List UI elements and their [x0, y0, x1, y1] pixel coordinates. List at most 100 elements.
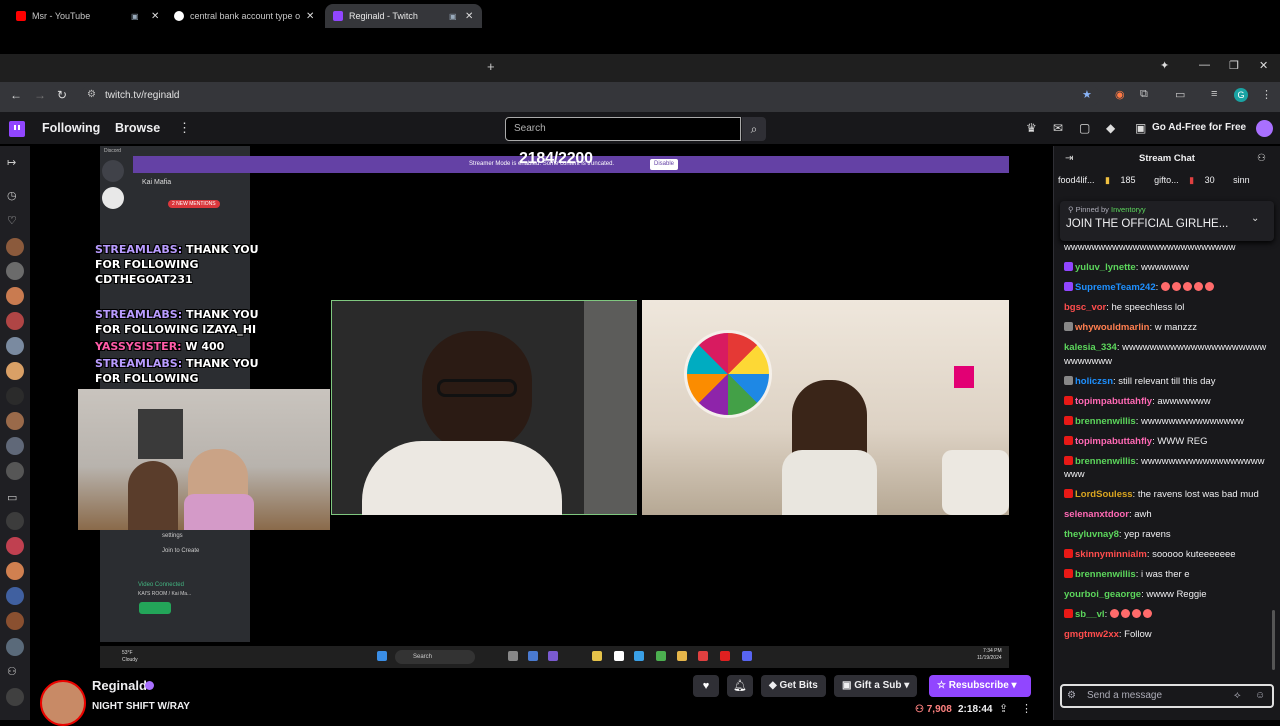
cast-icon[interactable]: ▭ — [1175, 88, 1185, 101]
chat-badge-icon[interactable] — [1064, 375, 1073, 385]
sidebar-channel-avatar[interactable] — [6, 337, 24, 355]
user-avatar[interactable] — [1256, 120, 1273, 137]
chat-username[interactable]: yuluv_lynette — [1075, 262, 1136, 273]
twitch-logo-icon[interactable] — [9, 121, 25, 137]
chat-username[interactable]: selenanxtdoor — [1064, 509, 1129, 520]
new-tab-plus-icon[interactable]: + — [487, 59, 495, 74]
collapse-chat-icon[interactable]: ⇥ — [1065, 153, 1073, 164]
chat-username[interactable]: brennenwillis — [1075, 569, 1136, 580]
chat-username[interactable]: brennenwillis — [1075, 456, 1136, 467]
chat-username[interactable]: whywouldmarlin — [1075, 322, 1149, 333]
chat-username[interactable]: gmgtmw2xx — [1064, 629, 1119, 640]
chat-badge-icon[interactable] — [1064, 322, 1073, 331]
close-tab-icon[interactable]: ✕ — [151, 11, 159, 22]
extensions-puzzle-icon[interactable]: ⧉ — [1140, 88, 1148, 101]
emote-picker-icon[interactable]: ☺ — [1255, 690, 1265, 701]
media-playing-icon[interactable]: ▣ — [449, 12, 457, 21]
chevron-down-icon[interactable]: ⌄ — [1251, 213, 1259, 224]
window-close-icon[interactable]: ✕ — [1259, 59, 1268, 72]
nav-following[interactable]: Following — [42, 121, 100, 135]
gift-leaderboard[interactable]: food4lif... ▮ 185 gifto... ▮ 30 sinn — [1058, 175, 1280, 191]
people-icon[interactable]: ⚇ — [7, 665, 17, 678]
channel-name[interactable]: Reginald — [92, 678, 147, 693]
chat-username[interactable]: theyluvnay8 — [1064, 529, 1119, 540]
sidebar-channel-avatar[interactable] — [6, 262, 24, 280]
chat-badge-icon[interactable] — [1064, 455, 1073, 465]
media-control-icon[interactable]: ≡ — [1211, 88, 1217, 100]
notifications-bell-button[interactable]: 🔔︎ — [727, 675, 753, 697]
sidebar-channel-avatar[interactable] — [6, 312, 24, 330]
ad-free-icon[interactable]: ▣ — [1135, 121, 1146, 135]
crown-icon[interactable]: ♛ — [1026, 121, 1037, 135]
search-input[interactable]: Search — [505, 117, 741, 141]
sidebar-channel-avatar[interactable] — [6, 287, 24, 305]
bits-icon[interactable]: ⟡ — [1234, 690, 1241, 701]
url-field[interactable]: twitch.tv/reginald — [80, 86, 1100, 106]
forward-icon[interactable]: → — [34, 88, 46, 102]
chat-username[interactable]: sb__vl — [1075, 609, 1105, 620]
sidebar-channel-avatar[interactable] — [6, 688, 24, 706]
profile-avatar[interactable]: G — [1234, 88, 1248, 102]
sidebar-channel-avatar[interactable] — [6, 462, 24, 480]
sidebar-channel-avatar[interactable] — [6, 238, 24, 256]
close-tab-icon[interactable]: ✕ — [465, 11, 473, 22]
chat-badge-icon[interactable] — [1064, 395, 1073, 405]
chat-badge-icon[interactable] — [1064, 569, 1073, 578]
channel-avatar[interactable] — [40, 680, 86, 726]
sidebar-channel-avatar[interactable] — [6, 612, 24, 630]
sidebar-channel-avatar[interactable] — [6, 638, 24, 656]
chat-username[interactable]: bgsc_vor — [1064, 302, 1106, 313]
share-icon[interactable]: ⇪ — [999, 702, 1008, 715]
chat-badge-icon[interactable] — [1064, 262, 1073, 271]
chat-username[interactable]: kalesia_334 — [1064, 342, 1117, 353]
get-bits-button[interactable]: ◆ Get Bits — [761, 675, 826, 697]
sidebar-channel-avatar[interactable] — [6, 512, 24, 530]
extension-icon[interactable]: ◉ — [1115, 88, 1125, 101]
search-icon[interactable]: ⌕ — [742, 117, 766, 141]
sidebar-channel-avatar[interactable] — [6, 562, 24, 580]
go-ad-free-link[interactable]: Go Ad-Free for Free — [1152, 122, 1246, 133]
chat-username[interactable]: LordSouless — [1075, 489, 1133, 500]
bits-icon[interactable]: ◆ — [1106, 121, 1115, 135]
site-info-icon[interactable]: ⚙ — [87, 89, 96, 100]
sidebar-channel-avatar[interactable] — [6, 587, 24, 605]
chat-badge-icon[interactable] — [1064, 549, 1073, 558]
community-icon[interactable]: ⚇ — [1257, 153, 1266, 164]
sidebar-channel-avatar[interactable] — [6, 387, 24, 405]
sidebar-channel-avatar[interactable] — [6, 362, 24, 380]
chat-username[interactable]: holiczsn — [1075, 376, 1113, 387]
whispers-icon[interactable]: ▢ — [1079, 121, 1090, 135]
browser-menu-icon[interactable]: ⋮ — [1261, 88, 1272, 101]
expand-sidebar-icon[interactable]: ↦ — [7, 156, 16, 169]
minimize-icon[interactable]: — — [1199, 59, 1210, 71]
back-icon[interactable]: ← — [10, 88, 22, 102]
browser-tab-twitch[interactable]: Reginald - Twitch ▣ ✕ — [325, 4, 482, 28]
chat-badge-icon[interactable] — [1064, 609, 1073, 618]
sidebar-channel-avatar[interactable] — [6, 437, 24, 455]
browser-tab-google[interactable]: central bank account type of us ✕ — [166, 4, 321, 28]
inbox-icon[interactable]: ✉ — [1053, 121, 1063, 135]
chat-username[interactable]: brennenwillis — [1075, 416, 1136, 427]
chat-badge-icon[interactable] — [1064, 415, 1073, 425]
chat-username[interactable]: SupremeTeam242 — [1075, 282, 1156, 293]
resubscribe-button[interactable]: ☆ Resubscribe ▾ — [929, 675, 1031, 697]
chat-username[interactable]: yourboi_geaorge — [1064, 589, 1141, 600]
more-options-icon[interactable]: ⋮ — [178, 120, 191, 136]
sidebar-channel-avatar[interactable] — [6, 412, 24, 430]
chat-username[interactable]: topimpabuttahfly — [1075, 396, 1152, 407]
media-playing-icon[interactable]: ▣ — [131, 12, 139, 21]
chat-badge-icon[interactable] — [1064, 489, 1073, 498]
bookmark-star-icon[interactable]: ★ — [1082, 88, 1092, 101]
more-options-icon[interactable]: ⋮ — [1021, 702, 1032, 715]
gift-sub-button[interactable]: ▣ Gift a Sub ▾ — [834, 675, 918, 697]
chat-username[interactable]: topimpabuttahfly — [1075, 436, 1152, 447]
sparkle-icon[interactable]: ✦ — [1160, 59, 1169, 72]
chat-badge-icon[interactable] — [1064, 435, 1073, 445]
browser-tab-youtube[interactable]: Msr - YouTube ▣ ✕ — [8, 4, 163, 28]
chat-badge-icon[interactable] — [1064, 282, 1073, 291]
chat-username[interactable]: skinnyminnialm — [1075, 549, 1147, 560]
chat-scrollbar[interactable] — [1272, 610, 1275, 670]
chat-input[interactable]: Send a message — [1060, 684, 1274, 708]
reload-icon[interactable]: ↻ — [57, 88, 67, 102]
follow-heart-button[interactable]: ♥ — [693, 675, 719, 697]
